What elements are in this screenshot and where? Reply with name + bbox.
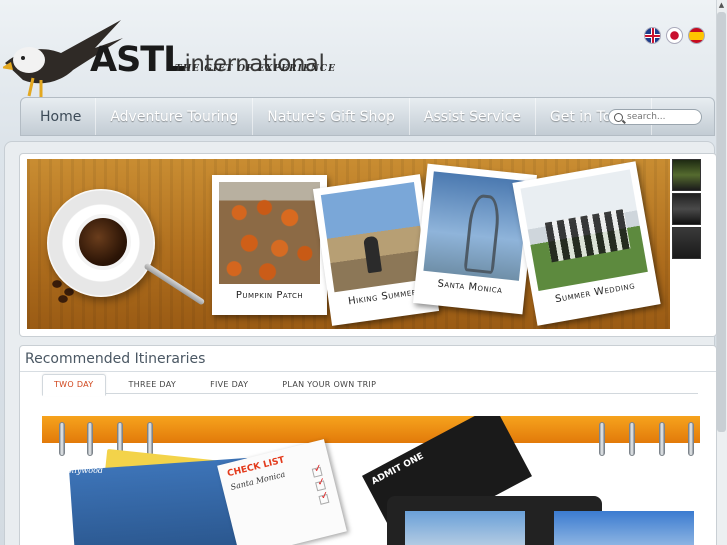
nav-item-natures-gift-shop[interactable]: Nature's Gift Shop (253, 98, 410, 135)
binder-ring-icon (688, 422, 694, 456)
polaroid-summer-wedding: Summer Wedding (512, 161, 661, 326)
slider-thumbnails (672, 159, 701, 261)
japan-flag-icon[interactable] (666, 27, 683, 44)
search-icon[interactable] (614, 112, 623, 122)
language-switcher (644, 27, 705, 44)
hollywood-label: Hollywood (60, 466, 104, 475)
nav-item-assist-service[interactable]: Assist Service (410, 98, 536, 135)
polaroid-caption: Pumpkin Patch (235, 290, 304, 301)
main-nav: Home Adventure Touring Nature's Gift Sho… (20, 97, 715, 136)
nav-item-adventure-touring[interactable]: Adventure Touring (96, 98, 254, 135)
binder-ring-icon (659, 422, 665, 456)
logo-wordmark-bold: ASTL (90, 40, 185, 80)
itinerary-planner-image[interactable]: Hollywood CHECK LIST Santa Monica ADMIT … (42, 416, 700, 545)
polaroid-pumpkin-patch: Pumpkin Patch (212, 175, 327, 315)
scrollbar-thumb[interactable] (717, 12, 726, 432)
tablet-screen-right (554, 511, 694, 545)
slider-banner-image[interactable]: Pumpkin Patch Hiking Summer Santa Monica… (27, 159, 670, 329)
pumpkin-patch-photo (219, 182, 320, 284)
logo-tagline: THE GIFT OF EXPERIENCE (175, 64, 336, 74)
search-box (608, 109, 702, 125)
binder-ring-icon (59, 422, 65, 456)
tab-plan-your-own-trip[interactable]: PLAN YOUR OWN TRIP (271, 375, 387, 395)
nav-item-home[interactable]: Home (21, 98, 97, 135)
binder-ring-icon (629, 422, 635, 456)
checkmark-icon (318, 493, 330, 505)
binder-ring-icon (599, 422, 605, 456)
vertical-scrollbar[interactable]: ▲ (716, 0, 727, 545)
site-logo[interactable]: ASTL international (90, 40, 325, 80)
slider-thumbnail[interactable] (672, 159, 701, 191)
checklist-card: CHECK LIST Santa Monica (217, 439, 347, 545)
slider-thumbnail[interactable] (672, 227, 701, 259)
slider-thumbnail[interactable] (672, 193, 701, 225)
binder-ring-icon (147, 422, 153, 456)
itinerary-tabs: TWO DAY THREE DAY FIVE DAY PLAN YOUR OWN… (42, 374, 399, 396)
tab-five-day[interactable]: FIVE DAY (199, 375, 259, 395)
itineraries-title: Recommended Itineraries (25, 351, 206, 367)
spoon-decoration (143, 262, 206, 306)
tablet-screen-left (405, 511, 525, 545)
uk-flag-icon[interactable] (644, 27, 661, 44)
tab-two-day[interactable]: TWO DAY (42, 374, 106, 396)
hiking-summer-photo (320, 182, 428, 293)
search-input[interactable] (627, 112, 697, 122)
summer-wedding-photo (520, 169, 648, 292)
spain-flag-icon[interactable] (688, 27, 705, 44)
tab-three-day[interactable]: THREE DAY (118, 375, 188, 395)
scroll-up-arrow-icon[interactable]: ▲ (716, 0, 727, 10)
coffee-decoration (75, 214, 131, 270)
binder-ring-icon (87, 422, 93, 456)
divider (20, 371, 716, 372)
